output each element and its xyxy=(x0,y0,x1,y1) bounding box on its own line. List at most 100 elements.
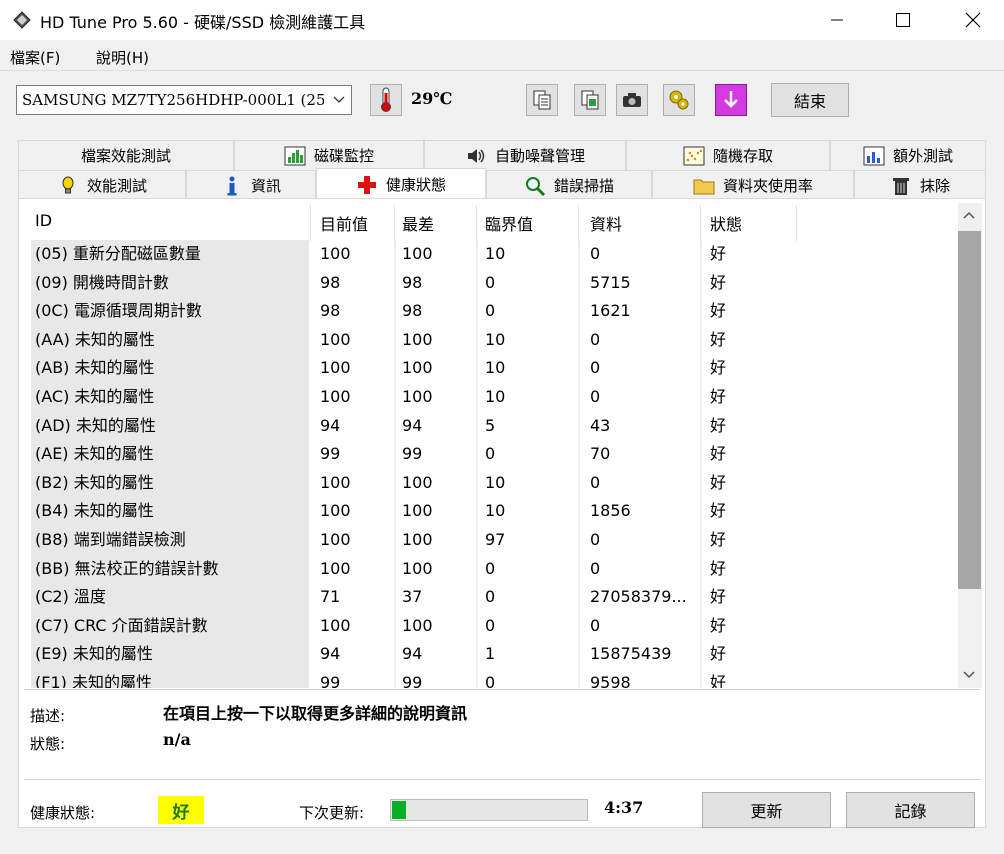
screenshot-button[interactable] xyxy=(616,84,648,116)
tab-label: 資訊 xyxy=(250,177,281,195)
table-row[interactable]: (0C) 電源循環周期計數 98 98 0 1621 好 xyxy=(24,297,958,326)
cell-threshold: 0 xyxy=(485,615,496,635)
temperature-button[interactable] xyxy=(370,84,402,116)
cell-status: 好 xyxy=(710,673,727,688)
menu-bar: 檔案(F) 說明(H) xyxy=(0,44,1004,71)
log-button[interactable]: 記錄 xyxy=(846,792,975,828)
cell-current: 100 xyxy=(320,530,351,549)
copy-text-button[interactable] xyxy=(526,84,558,116)
tab-disk-monitor[interactable]: 磁碟監控 xyxy=(234,140,424,170)
temperature-readout: 29℃ xyxy=(411,89,453,108)
cell-threshold: 0 xyxy=(485,301,496,321)
table-row[interactable]: (F1) 未知的屬性 99 99 0 9598 好 xyxy=(24,669,958,688)
table-row[interactable]: (AE) 未知的屬性 99 99 0 70 好 xyxy=(24,440,958,469)
table-row[interactable]: (C2) 溫度 71 37 0 27058379... 好 xyxy=(24,583,958,612)
options-button[interactable] xyxy=(663,84,695,116)
copy-screenshot-button[interactable] xyxy=(574,84,606,116)
menu-file[interactable]: 檔案(F) xyxy=(10,47,60,68)
header-separator xyxy=(394,205,395,241)
tab-folder-usage[interactable]: 資料夾使用率 xyxy=(652,170,854,200)
table-row[interactable]: (C7) CRC 介面錯誤計數 100 100 0 0 好 xyxy=(24,612,958,641)
tab-error-scan[interactable]: 錯誤掃描 xyxy=(486,170,652,200)
cell-data: 5715 xyxy=(590,272,631,292)
table-row[interactable]: (05) 重新分配磁區數量 100 100 10 0 好 xyxy=(24,240,958,269)
cell-worst: 98 xyxy=(402,301,423,321)
maximize-button[interactable] xyxy=(880,0,926,40)
table-row[interactable]: (B8) 端到端錯誤檢測 100 100 97 0 好 xyxy=(24,526,958,555)
cell-threshold: 10 xyxy=(485,387,506,406)
tab-erase[interactable]: 抹除 xyxy=(854,170,986,200)
gears-icon xyxy=(669,90,689,110)
close-button[interactable] xyxy=(950,0,996,40)
cell-worst: 100 xyxy=(402,615,433,635)
cell-id: (F1) 未知的屬性 xyxy=(35,673,152,688)
tab-label: 自動噪聲管理 xyxy=(494,147,585,165)
cell-data: 1856 xyxy=(590,501,631,521)
table-row[interactable]: (AD) 未知的屬性 94 94 5 43 好 xyxy=(24,412,958,441)
smart-table[interactable]: ID 目前值 最差 臨界值 資料 狀態 (05) 重新分配磁區數量 100 100 1… xyxy=(24,203,958,688)
cell-worst: 100 xyxy=(402,387,433,406)
table-row[interactable]: (B4) 未知的屬性 100 100 10 1856 好 xyxy=(24,497,958,526)
cell-threshold: 0 xyxy=(485,272,496,292)
cell-threshold: 10 xyxy=(485,358,506,378)
cell-id: (B2) 未知的屬性 xyxy=(35,472,154,492)
save-button[interactable] xyxy=(715,84,747,116)
cell-data: 0 xyxy=(590,329,601,349)
cell-data: 0 xyxy=(590,558,601,578)
cell-id: (0C) 電源循環周期計數 xyxy=(35,301,202,321)
scroll-down-icon[interactable] xyxy=(962,670,976,680)
cell-worst: 100 xyxy=(402,558,433,578)
header-threshold[interactable]: 臨界值 xyxy=(485,211,533,235)
exit-button[interactable]: 結束 xyxy=(771,83,849,117)
table-row[interactable]: (09) 開機時間計數 98 98 0 5715 好 xyxy=(24,269,958,298)
cell-current: 99 xyxy=(320,444,341,464)
status-label: 狀態: xyxy=(30,735,66,753)
refresh-button[interactable]: 更新 xyxy=(702,792,831,828)
table-row[interactable]: (AA) 未知的屬性 100 100 10 0 好 xyxy=(24,326,958,355)
header-status[interactable]: 狀態 xyxy=(710,211,742,235)
header-id[interactable]: ID xyxy=(35,211,52,230)
progress-fill xyxy=(392,801,406,819)
camera-icon xyxy=(623,93,641,107)
cell-current: 100 xyxy=(320,329,351,349)
tab-extra-tests[interactable]: 額外測試 xyxy=(830,140,986,170)
tab-label: 錯誤掃描 xyxy=(553,177,614,195)
tab-health[interactable]: 健康狀態 xyxy=(316,168,486,200)
drive-select-value: SAMSUNG MZ7TY256HDHP-000L1 (256 xyxy=(22,91,324,109)
tab-label: 效能測試 xyxy=(86,177,147,195)
cell-status: 好 xyxy=(710,472,727,492)
header-separator xyxy=(700,205,701,241)
cell-current: 98 xyxy=(320,301,341,321)
header-worst[interactable]: 最差 xyxy=(402,211,434,235)
cell-current: 99 xyxy=(320,673,341,688)
table-row[interactable]: (B2) 未知的屬性 100 100 10 0 好 xyxy=(24,469,958,498)
tab-aam[interactable]: 自動噪聲管理 xyxy=(424,140,626,170)
tab-random-access[interactable]: 隨機存取 xyxy=(626,140,830,170)
minimize-button[interactable] xyxy=(814,0,860,40)
table-row[interactable]: (AC) 未知的屬性 100 100 10 0 好 xyxy=(24,383,958,412)
app-diamond-icon xyxy=(13,11,31,29)
scroll-up-icon[interactable] xyxy=(962,210,976,220)
header-current[interactable]: 目前值 xyxy=(320,211,368,235)
header-separator xyxy=(476,205,477,241)
tab-info[interactable]: 資訊 xyxy=(186,170,316,200)
table-row[interactable]: (AB) 未知的屬性 100 100 10 0 好 xyxy=(24,354,958,383)
cell-status: 好 xyxy=(710,358,727,378)
scrollbar-thumb[interactable] xyxy=(958,231,981,589)
cell-data: 15875439 xyxy=(590,644,672,664)
tab-file-benchmark[interactable]: 檔案效能測試 xyxy=(18,140,234,170)
cell-worst: 100 xyxy=(402,329,433,349)
copy-image-icon xyxy=(581,90,599,110)
table-row[interactable]: (E9) 未知的屬性 94 94 1 15875439 好 xyxy=(24,640,958,669)
cell-current: 94 xyxy=(320,415,341,435)
tab-label: 隨機存取 xyxy=(712,147,773,165)
tab-benchmark[interactable]: 效能測試 xyxy=(18,170,186,200)
drive-select[interactable]: SAMSUNG MZ7TY256HDHP-000L1 (256 xyxy=(16,85,352,115)
cell-worst: 37 xyxy=(402,587,423,607)
cell-current: 100 xyxy=(320,358,351,378)
cell-data: 0 xyxy=(590,615,601,635)
cell-status: 好 xyxy=(710,530,727,549)
menu-help[interactable]: 說明(H) xyxy=(96,47,149,68)
header-data[interactable]: 資料 xyxy=(590,211,622,235)
table-row[interactable]: (BB) 無法校正的錯誤計數 100 100 0 0 好 xyxy=(24,555,958,584)
